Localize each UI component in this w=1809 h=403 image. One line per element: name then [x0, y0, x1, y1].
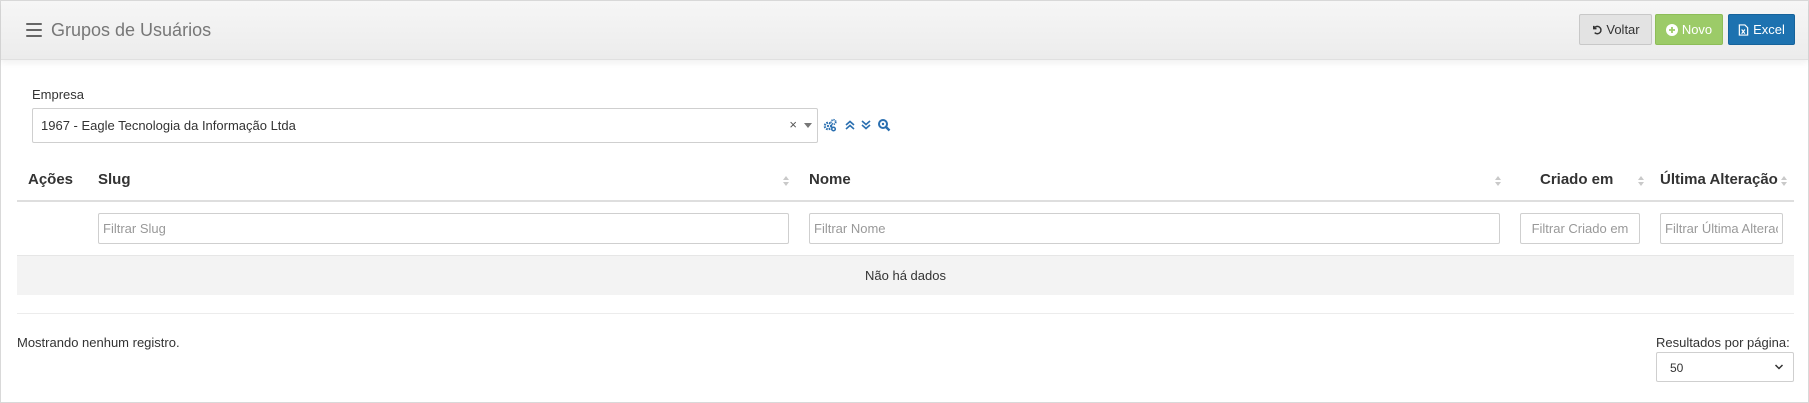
page-title: Grupos de Usuários — [51, 20, 212, 40]
page-size-label: Resultados por página: — [1656, 335, 1790, 350]
filter-nome-input[interactable] — [809, 213, 1500, 244]
plus-circle-icon — [1665, 23, 1678, 36]
sort-icon[interactable] — [1637, 175, 1645, 187]
column-header-slug[interactable]: Slug — [98, 171, 131, 188]
novo-label: Novo — [1681, 22, 1713, 37]
menu-icon[interactable] — [26, 23, 42, 37]
voltar-button[interactable]: Voltar — [1579, 14, 1652, 45]
search-icon[interactable] — [877, 118, 891, 132]
clear-selection-icon[interactable]: × — [789, 117, 797, 132]
double-chevron-up-icon[interactable] — [843, 118, 857, 132]
footer-divider — [17, 313, 1794, 314]
dropdown-arrow-icon[interactable] — [804, 123, 812, 128]
sort-icon[interactable] — [782, 175, 790, 187]
table-header-divider — [17, 200, 1794, 202]
column-header-criado-em[interactable]: Criado em — [1540, 171, 1613, 188]
novo-button[interactable]: Novo — [1655, 14, 1723, 45]
filter-criado-em-input[interactable] — [1520, 213, 1640, 244]
double-chevron-down-icon[interactable] — [859, 118, 873, 132]
gears-icon[interactable] — [823, 118, 837, 132]
page: Grupos de Usuários Voltar Novo Excel Emp… — [0, 0, 1809, 403]
column-header-acoes: Ações — [28, 171, 74, 188]
page-size-select[interactable]: 50 — [1656, 352, 1794, 382]
file-excel-icon — [1738, 23, 1749, 36]
filter-slug-input[interactable] — [98, 213, 789, 244]
excel-button[interactable]: Excel — [1728, 14, 1795, 45]
empty-table-row: Não há dados — [17, 255, 1794, 295]
voltar-label: Voltar — [1606, 22, 1640, 37]
chevron-down-icon — [1774, 364, 1784, 370]
empresa-select[interactable]: 1967 - Eagle Tecnologia da Informação Lt… — [32, 108, 818, 143]
page-header: Grupos de Usuários Voltar Novo Excel — [1, 1, 1808, 60]
excel-label: Excel — [1753, 22, 1785, 37]
sort-icon[interactable] — [1780, 175, 1788, 187]
undo-icon — [1593, 25, 1603, 35]
page-size-value: 50 — [1670, 361, 1684, 375]
empty-table-message: Não há dados — [865, 268, 946, 283]
sort-icon[interactable] — [1494, 175, 1502, 187]
empresa-selected-value: 1967 - Eagle Tecnologia da Informação Lt… — [41, 118, 296, 133]
column-header-ultima-alteracao[interactable]: Última Alteração — [1660, 171, 1778, 188]
records-info: Mostrando nenhum registro. — [17, 335, 180, 350]
filter-ultima-alteracao-input[interactable] — [1660, 213, 1783, 244]
empresa-label: Empresa — [32, 87, 85, 102]
column-header-nome[interactable]: Nome — [809, 171, 851, 188]
